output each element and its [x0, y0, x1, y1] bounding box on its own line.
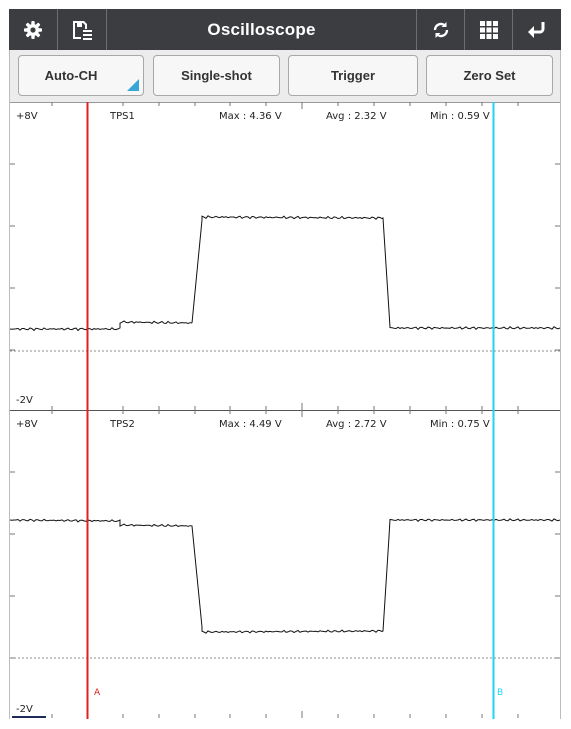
control-bar: Auto-CH Single-shot Trigger Zero Set: [9, 50, 561, 102]
ch1-avg: Avg : 2.32 V: [326, 111, 387, 122]
auto-ch-button[interactable]: Auto-CH: [18, 55, 144, 96]
refresh-icon: [433, 21, 448, 38]
ch2-max: Max : 4.49 V: [219, 419, 282, 430]
back-icon: [528, 21, 545, 38]
cursor-b-label: B: [497, 688, 503, 698]
ch1-waveform: [10, 215, 560, 332]
save-icon: [73, 20, 92, 40]
ch2-waveform: [10, 518, 560, 634]
dropdown-corner-icon: [127, 79, 139, 91]
ch1-min: Min : 0.59 V: [430, 111, 490, 122]
settings-button[interactable]: [9, 9, 57, 50]
ch2-min: Min : 0.75 V: [430, 419, 490, 430]
grid-icon: [479, 20, 498, 39]
trigger-button[interactable]: Trigger: [288, 55, 418, 96]
zero-set-label: Zero Set: [463, 68, 516, 83]
ch2-top-label: +8V: [16, 419, 38, 430]
refresh-button[interactable]: [417, 9, 464, 50]
single-shot-label: Single-shot: [181, 68, 252, 83]
settings-icon: [24, 20, 42, 39]
ch1-bottom-label: -2V: [16, 395, 33, 406]
ch1-name: TPS1: [109, 111, 135, 122]
save-button[interactable]: [58, 9, 106, 50]
ch2-avg: Avg : 2.72 V: [326, 419, 387, 430]
cursor-a-label: A: [94, 688, 101, 698]
back-button[interactable]: [513, 9, 561, 50]
app-title: Oscilloscope: [207, 19, 316, 39]
status-bar-indicator: [12, 716, 46, 718]
ch2-bottom-label: -2V: [16, 704, 33, 715]
trigger-label: Trigger: [330, 68, 376, 83]
scope-canvas: +8V TPS1 Max : 4.36 V Avg : 2.32 V Min :…: [10, 102, 560, 719]
zero-set-button[interactable]: Zero Set: [426, 55, 553, 96]
single-shot-button[interactable]: Single-shot: [153, 55, 280, 96]
top-toolbar: Oscilloscope: [9, 9, 561, 50]
grid-button[interactable]: [465, 9, 512, 50]
auto-ch-label: Auto-CH: [44, 68, 98, 83]
scope-display[interactable]: +8V TPS1 Max : 4.36 V Avg : 2.32 V Min :…: [9, 102, 561, 719]
ch2-name: TPS2: [109, 419, 135, 430]
ch1-max: Max : 4.36 V: [219, 111, 282, 122]
ch1-top-label: +8V: [16, 111, 38, 122]
